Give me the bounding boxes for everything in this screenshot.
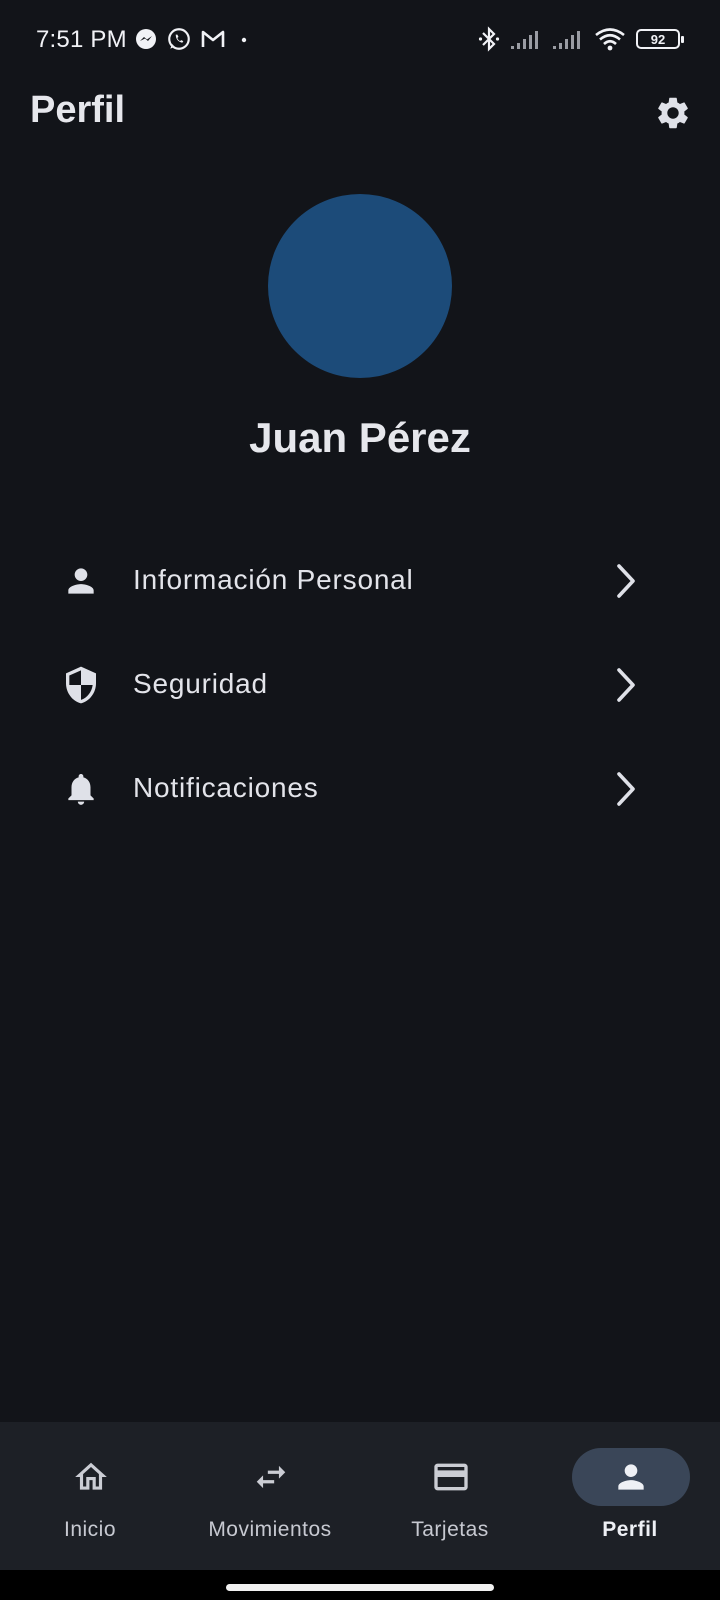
nav-label: Tarjetas <box>411 1518 489 1541</box>
gear-icon <box>658 97 688 129</box>
nav-label: Movimientos <box>208 1518 332 1541</box>
nav-item-tarjetas[interactable]: Tarjetas <box>360 1422 540 1570</box>
home-indicator[interactable] <box>226 1584 494 1591</box>
user-name: Juan Pérez <box>249 414 471 461</box>
chevron-right-icon <box>606 664 646 706</box>
status-system-icons: 92 <box>478 26 684 52</box>
wifi-icon <box>595 28 625 51</box>
dot-icon <box>241 37 247 43</box>
status-bar: 7:51 PM 92 <box>0 0 720 80</box>
shield-icon <box>60 664 102 706</box>
menu-item-personal-info[interactable]: Información Personal <box>0 530 720 634</box>
nav-indicator <box>392 1448 510 1506</box>
gesture-bar <box>0 1570 720 1600</box>
profile-menu: Información Personal Seguridad Notificac… <box>0 530 720 842</box>
app-bar: Perfil <box>0 80 720 146</box>
credit-card-icon <box>434 1463 468 1491</box>
messenger-icon <box>136 29 156 49</box>
swap-arrows-icon <box>256 1465 286 1489</box>
nav-indicator <box>212 1448 330 1506</box>
battery-icon: 92 <box>636 29 684 49</box>
status-time: 7:51 PM <box>36 26 127 53</box>
battery-level: 92 <box>650 31 666 47</box>
chevron-right-icon <box>606 560 646 602</box>
signal-icon <box>553 31 580 49</box>
settings-button[interactable] <box>652 92 694 134</box>
signal-icon <box>511 31 538 49</box>
nav-item-perfil[interactable]: Perfil <box>540 1422 720 1570</box>
gmail-icon <box>201 30 225 47</box>
bottom-navigation: Inicio Movimientos Tarjetas Perfil <box>0 1422 720 1570</box>
menu-item-notifications[interactable]: Notificaciones <box>0 738 720 842</box>
avatar[interactable] <box>268 194 452 378</box>
page-title: Perfil <box>30 89 126 131</box>
whatsapp-icon <box>168 28 190 50</box>
nav-label: Inicio <box>63 1518 117 1541</box>
chevron-right-icon <box>606 768 646 810</box>
person-icon <box>60 560 102 602</box>
profile-screen: 7:51 PM 92 Perfil Juan Pérez Información… <box>0 0 720 1600</box>
menu-item-security[interactable]: Seguridad <box>0 634 720 738</box>
bell-icon <box>60 768 102 810</box>
nav-item-inicio[interactable]: Inicio <box>0 1422 180 1570</box>
person-icon <box>618 1464 644 1490</box>
status-notification-icons <box>134 26 254 52</box>
nav-indicator <box>32 1448 150 1506</box>
nav-label: Perfil <box>602 1518 658 1541</box>
home-icon <box>75 1462 107 1490</box>
nav-active-indicator <box>572 1448 690 1506</box>
menu-item-label: Información Personal <box>133 564 414 595</box>
nav-item-movimientos[interactable]: Movimientos <box>180 1422 360 1570</box>
bluetooth-icon <box>478 26 500 52</box>
menu-item-label: Seguridad <box>133 668 268 699</box>
menu-item-label: Notificaciones <box>133 772 319 803</box>
